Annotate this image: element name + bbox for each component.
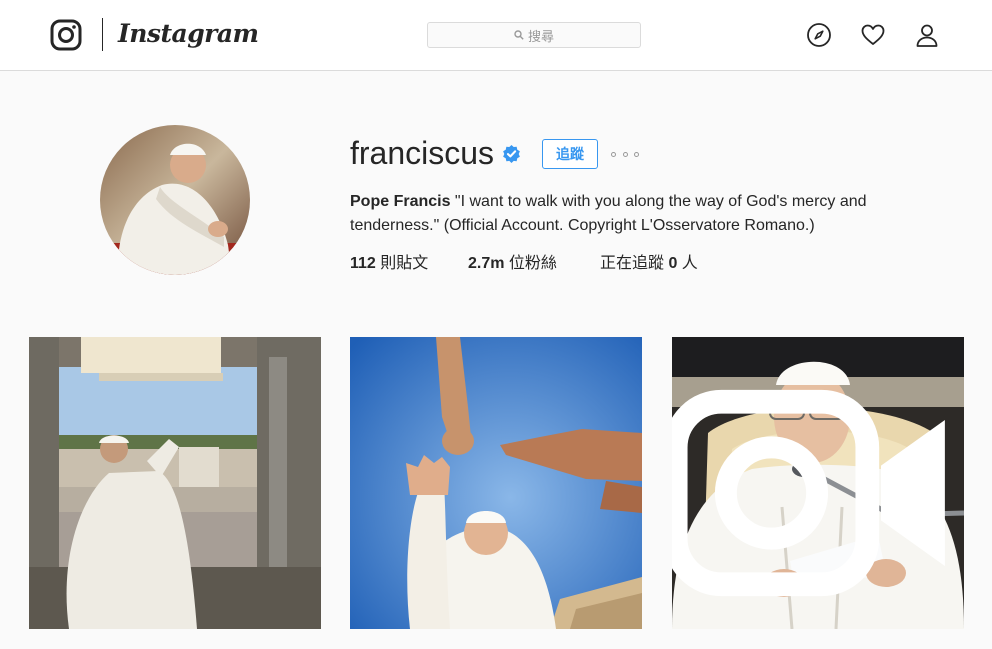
followers-count[interactable]: 2.7m 位粉絲 bbox=[468, 252, 557, 276]
person-icon[interactable] bbox=[914, 22, 940, 48]
following-count[interactable]: 正在追蹤 0 人 bbox=[600, 252, 698, 276]
posts-count: 112 則貼文 bbox=[350, 252, 428, 276]
compass-icon[interactable] bbox=[806, 22, 832, 48]
posts-count-label: 則貼文 bbox=[375, 255, 429, 272]
profile-bio: Pope Francis "I want to walk with you al… bbox=[350, 190, 910, 238]
search-placeholder: 搜尋 bbox=[527, 28, 554, 44]
dot bbox=[611, 151, 616, 157]
profile-username: franciscus bbox=[350, 135, 495, 171]
post-thumbnail[interactable] bbox=[672, 337, 964, 629]
dot bbox=[634, 151, 639, 157]
following-suffix: 人 bbox=[677, 255, 698, 272]
search-icon bbox=[514, 30, 524, 40]
profile-full-name: Pope Francis bbox=[350, 193, 451, 210]
heart-icon[interactable] bbox=[860, 22, 886, 48]
post-thumbnail[interactable] bbox=[350, 337, 642, 629]
posts-count-value: 112 bbox=[350, 255, 376, 272]
more-options-icon[interactable] bbox=[611, 146, 639, 162]
follow-button[interactable]: 追蹤 bbox=[542, 139, 598, 169]
verified-badge-icon bbox=[503, 144, 520, 163]
search-input[interactable]: 搜尋 bbox=[427, 22, 641, 48]
top-navigation-bar: Instagram 搜尋 bbox=[0, 0, 992, 71]
instagram-camera-icon[interactable] bbox=[50, 19, 82, 51]
profile-avatar[interactable] bbox=[100, 125, 250, 275]
following-prefix: 正在追蹤 bbox=[600, 255, 669, 272]
followers-count-value: 2.7m bbox=[468, 255, 505, 272]
post-thumbnail[interactable] bbox=[29, 337, 321, 629]
logo-divider bbox=[102, 18, 103, 51]
video-camera-icon bbox=[672, 389, 945, 597]
followers-count-label: 位粉絲 bbox=[504, 255, 557, 272]
dot bbox=[622, 151, 628, 157]
instagram-wordmark[interactable]: Instagram bbox=[118, 14, 259, 54]
